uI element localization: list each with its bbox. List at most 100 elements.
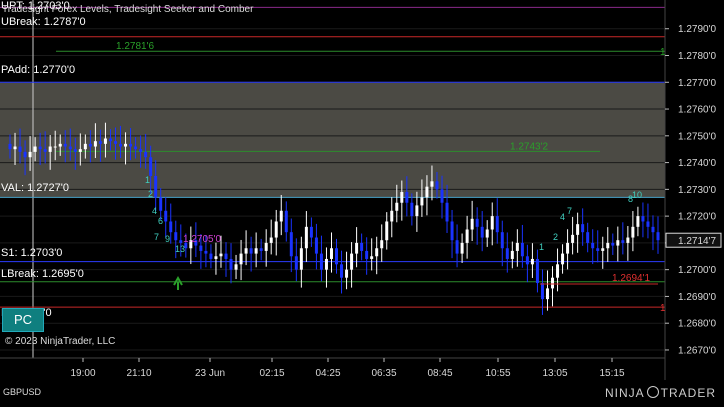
candle-body	[309, 226, 313, 238]
candle-body	[525, 256, 529, 265]
candle-body	[440, 189, 444, 203]
brand-left: NINJA	[604, 386, 645, 400]
candle-body	[73, 149, 77, 152]
time-tick-label: 13:05	[542, 368, 567, 379]
candle-body	[405, 192, 409, 203]
candle-body	[88, 143, 92, 147]
chart-window[interactable]: 1.2790'0 1.2780'0 1.2770'0 1.2760'0 1.2750'0…	[0, 0, 724, 402]
candle-body	[410, 202, 414, 217]
price-tick-label: 1.2780'0	[678, 51, 716, 62]
candle-body	[485, 229, 489, 238]
candle-body	[505, 248, 509, 259]
candle-body	[234, 264, 238, 270]
candle-body	[83, 143, 87, 150]
candle-body	[380, 240, 384, 249]
price-tick-label: 1.2750'0	[678, 131, 716, 142]
candle-body	[204, 250, 208, 254]
green-level-label: 1.2781'6	[116, 41, 154, 52]
candle-body	[103, 138, 107, 144]
candle-body	[601, 248, 605, 251]
candle-body	[656, 232, 660, 241]
candle-body	[611, 242, 615, 246]
candle-body	[475, 218, 479, 227]
candle-body	[159, 197, 163, 211]
price-tick-label: 1.2770'0	[678, 78, 716, 89]
candle-body	[229, 258, 233, 270]
candle-body	[375, 248, 379, 257]
candle-body	[324, 258, 328, 270]
candle-body	[566, 242, 570, 254]
copyright-text: © 2023 NinjaTrader, LLC	[5, 336, 116, 347]
candle-body	[314, 237, 318, 254]
candle-body	[224, 253, 228, 259]
candle-body	[149, 157, 153, 176]
candle-body	[515, 242, 519, 251]
setup-count-marker: 10	[632, 190, 642, 200]
price-tick-label: 1.2740'0	[678, 158, 716, 169]
pc-badge[interactable]: PC	[2, 308, 44, 332]
candle-body	[299, 248, 303, 270]
candle-body	[551, 277, 555, 289]
candle-body	[415, 205, 419, 217]
time-tick-label: 06:35	[371, 368, 396, 379]
candle-body	[530, 258, 534, 265]
time-tick-label: 21:10	[126, 368, 151, 379]
candle-body	[43, 149, 47, 152]
candle-body	[48, 146, 52, 152]
candle-body	[591, 242, 595, 249]
candle-body	[113, 141, 117, 144]
candle-body	[631, 226, 635, 238]
candle-body	[345, 269, 349, 278]
time-tick-label: 02:15	[259, 368, 284, 379]
ninjatrader-logo: NINJA TRADER	[605, 386, 716, 400]
candle-body	[63, 143, 67, 147]
level-label-ubreak: UBreak: 1.2787'0	[1, 16, 86, 28]
chart-title: Tradesight Forex Levels, Tradesight Seek…	[2, 4, 254, 15]
candle-body	[139, 149, 143, 152]
candle-body	[335, 248, 339, 265]
candle-body	[636, 216, 640, 227]
candle-body	[360, 242, 364, 251]
candle-body	[78, 149, 82, 152]
candle-body	[239, 253, 243, 265]
candle-body	[53, 146, 57, 148]
candle-body	[576, 224, 580, 235]
candle-body	[651, 226, 655, 233]
value-area-band	[0, 82, 665, 198]
candle-body	[545, 288, 549, 300]
level-label-lbreak: LBreak: 1.2695'0	[1, 268, 84, 280]
candle-body	[425, 186, 429, 198]
magenta-tag: 1.2705'0	[183, 234, 221, 245]
brand-right: TRADER	[660, 386, 716, 400]
candle-body	[134, 146, 138, 150]
candle-body	[455, 240, 459, 254]
candle-body	[641, 216, 645, 222]
candle-body	[540, 283, 544, 300]
candle-body	[244, 248, 248, 254]
setup-count-marker: 4	[152, 206, 157, 216]
price-tick-label: 1.2670'0	[678, 345, 716, 356]
time-tick-label: 04:25	[315, 368, 340, 379]
time-tick-label: 08:45	[427, 368, 452, 379]
candle-body	[445, 202, 449, 222]
candle-body	[129, 143, 133, 147]
candle-body	[169, 221, 173, 233]
setup-count-marker: 9	[165, 234, 170, 244]
candle-body	[616, 240, 620, 246]
candle-body	[340, 264, 344, 278]
candle-body	[294, 256, 298, 270]
setup-count-marker: 2	[553, 232, 558, 242]
candle-body	[289, 232, 293, 257]
candle-body	[164, 210, 168, 222]
candle-body	[465, 229, 469, 243]
candle-body	[274, 221, 278, 238]
time-tick-label: 10:55	[485, 368, 510, 379]
setup-count-marker: 1	[539, 242, 544, 252]
setup-count-marker: 13	[175, 244, 185, 254]
candle-body	[365, 250, 369, 259]
candle-body	[28, 151, 32, 158]
price-tick-label: 1.2760'0	[678, 105, 716, 116]
candle-body	[13, 146, 17, 150]
candle-body	[621, 240, 625, 243]
candle-body	[284, 210, 288, 233]
